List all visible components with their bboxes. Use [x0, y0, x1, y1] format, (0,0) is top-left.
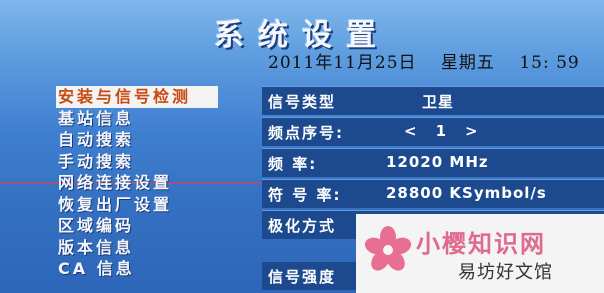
settings-menu: 安装与信号检测 基站信息 自动搜索 手动搜索 网络连接设置 恢复出厂设置 区域编…: [56, 86, 256, 280]
menu-item-ca-info[interactable]: CA 信息: [56, 258, 256, 280]
watermark-overlay: 小樱知识网 易坊好文馆: [356, 214, 604, 293]
date-text: 2011年11月25日: [268, 53, 417, 73]
freq-index-label: 频点序号:: [268, 124, 344, 142]
signal-type-label: 信号类型: [268, 93, 337, 111]
menu-item-version-info[interactable]: 版本信息: [56, 237, 256, 259]
symbol-rate-value: 28800 KSymbol/s: [386, 184, 547, 202]
symbol-rate-label: 符 号 率:: [268, 186, 342, 204]
watermark-main-text: 小樱知识网: [416, 230, 546, 258]
weekday-text: 星期五: [440, 53, 495, 73]
frequency-row[interactable]: 频 率: 12020 MHz: [262, 148, 604, 177]
chevron-left-icon[interactable]: <: [404, 122, 418, 140]
menu-item-factory-reset[interactable]: 恢复出厂设置: [56, 194, 256, 216]
chevron-right-icon[interactable]: >: [465, 122, 479, 140]
freq-index-selector[interactable]: <1 >: [404, 122, 497, 140]
cherry-blossom-icon: [364, 226, 412, 271]
signal-type-row[interactable]: 信号类型 卫星: [262, 86, 604, 115]
menu-item-network-settings[interactable]: 网络连接设置: [56, 172, 256, 194]
polarization-label: 极化方式: [268, 217, 337, 235]
signal-type-value: 卫星: [422, 93, 455, 111]
signal-strength-label: 信号强度: [268, 268, 337, 286]
watermark-sub-text: 易坊好文馆: [458, 262, 553, 283]
datetime-bar: 2011年11月25日 星期五 15: 59: [268, 48, 598, 73]
freq-index-row[interactable]: 频点序号: <1 >: [262, 117, 604, 146]
frequency-label: 频 率:: [268, 155, 318, 173]
freq-index-value: 1: [435, 122, 448, 140]
time-text: 15: 59: [519, 53, 580, 73]
menu-item-auto-search[interactable]: 自动搜索: [56, 129, 256, 151]
menu-item-manual-search[interactable]: 手动搜索: [56, 151, 256, 173]
menu-item-base-station-info[interactable]: 基站信息: [56, 108, 256, 130]
symbol-rate-row[interactable]: 符 号 率: 28800 KSymbol/s: [262, 179, 604, 208]
menu-item-region-code[interactable]: 区域编码: [56, 215, 256, 237]
frequency-value: 12020 MHz: [386, 153, 489, 171]
menu-item-install-signal-check[interactable]: 安装与信号检测: [56, 86, 218, 108]
